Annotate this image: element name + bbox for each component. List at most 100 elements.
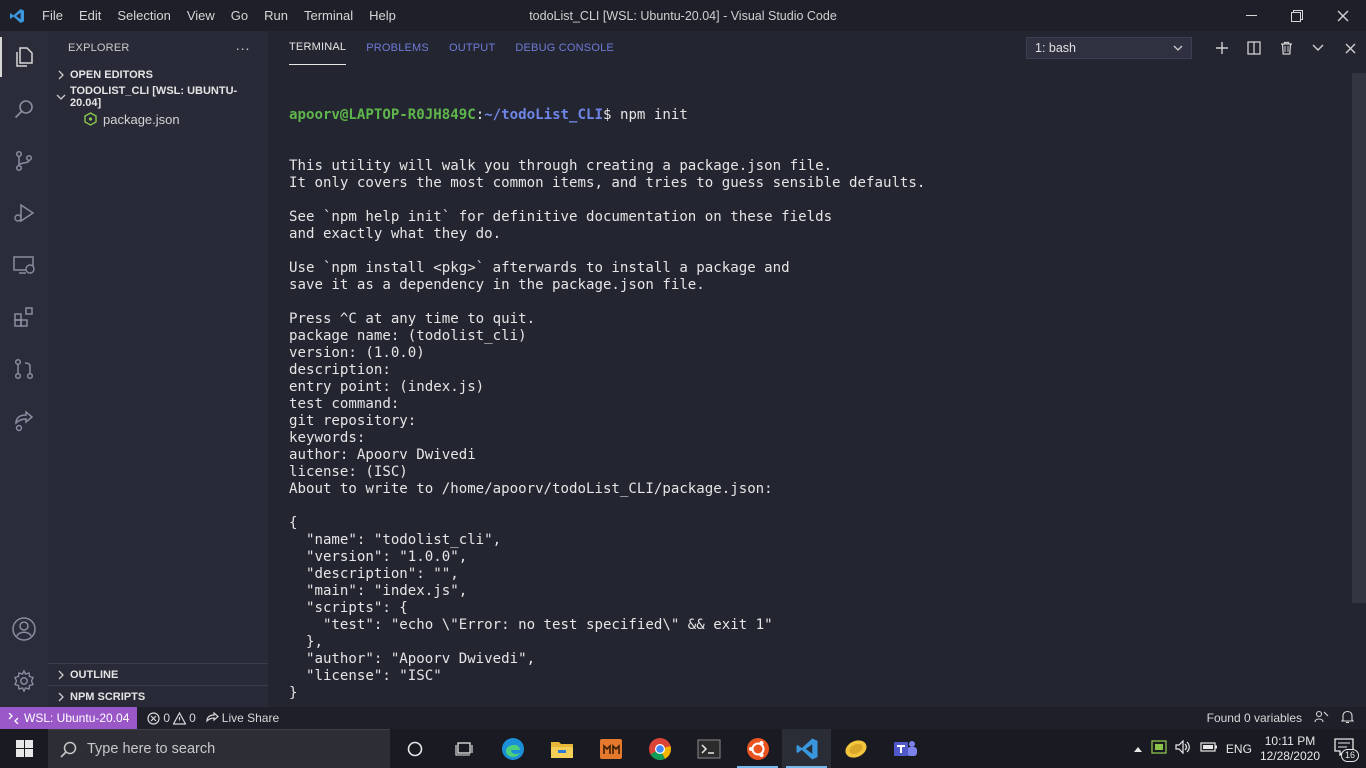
menu-terminal[interactable]: Terminal (296, 0, 361, 31)
plus-icon (1216, 42, 1228, 54)
close-panel-button[interactable] (1334, 31, 1366, 65)
close-window-button[interactable] (1320, 0, 1366, 31)
terminal-output[interactable]: apoorv@LAPTOP-R0JH849C:~/todoList_CLI$ n… (289, 73, 1339, 753)
terminal-select[interactable]: 1: bash (1026, 37, 1192, 59)
more-actions-button[interactable]: ··· (235, 40, 250, 56)
taskbar-search-box[interactable]: Type here to search (48, 729, 390, 768)
terminal-line: "scripts": { (289, 600, 408, 616)
cortana-icon[interactable] (390, 729, 439, 768)
terminal-scrollbar[interactable] (1352, 73, 1366, 603)
menu-selection[interactable]: Selection (109, 0, 178, 31)
ubuntu-icon[interactable] (733, 729, 782, 768)
problems-status[interactable]: 0 0 (147, 711, 196, 725)
file-name: package.json (103, 111, 180, 127)
minimize-button[interactable] (1228, 0, 1274, 31)
edge-browser-icon[interactable] (488, 729, 537, 768)
terminal-line: git repository: (289, 413, 417, 429)
chevron-down-icon (1173, 41, 1183, 55)
split-icon (1247, 41, 1261, 55)
new-terminal-button[interactable] (1206, 31, 1238, 65)
extensions-icon[interactable] (0, 291, 48, 343)
bell-icon[interactable] (1340, 710, 1355, 727)
terminal-line: keywords: (289, 430, 366, 446)
tab-debug-console[interactable]: DEBUG CONSOLE (515, 31, 614, 65)
menu-help[interactable]: Help (361, 0, 404, 31)
outline-section[interactable]: OUTLINE (48, 663, 268, 685)
kill-terminal-button[interactable] (1270, 31, 1302, 65)
terminal-panel: TERMINAL PROBLEMS OUTPUT DEBUG CONSOLE 1… (268, 31, 1366, 752)
accounts-icon[interactable] (0, 603, 48, 655)
tab-terminal[interactable]: TERMINAL (289, 31, 347, 65)
menu-bar: File Edit Selection View Go Run Terminal… (34, 0, 404, 31)
chevron-right-icon (54, 692, 68, 702)
search-icon[interactable] (0, 83, 48, 135)
volume-icon[interactable] (1175, 739, 1192, 757)
activity-bar (0, 31, 48, 707)
terminal-line: and exactly what they do. (289, 226, 502, 242)
terminal-line: "license": "ISC" (289, 668, 442, 684)
source-control-icon[interactable] (0, 135, 48, 187)
taskbar-clock[interactable]: 10:11 PM 12/28/2020 (1260, 734, 1320, 764)
terminal-line: This utility will walk you through creat… (289, 158, 833, 174)
terminal-line: It only covers the most common items, an… (289, 175, 926, 191)
maximize-panel-button[interactable] (1302, 31, 1334, 65)
error-count: 0 (163, 711, 171, 725)
tray-chevron-up-icon[interactable] (1133, 742, 1143, 756)
run-debug-icon[interactable] (0, 187, 48, 239)
live-share-status[interactable]: Live Share (206, 711, 279, 725)
terminal-line: test command: (289, 396, 400, 412)
notification-count: 16 (1340, 749, 1359, 762)
prompt-user: apoorv@LAPTOP-R0JH849C (289, 107, 476, 123)
language-indicator[interactable]: ENG (1226, 742, 1252, 756)
terminal-line: "name": "todolist_cli", (289, 532, 502, 548)
system-tray: ENG 10:11 PM 12/28/2020 16 (1133, 729, 1366, 768)
windows-start-icon[interactable] (0, 729, 48, 768)
folder-section[interactable]: TODOLIST_CLI [WSL: UBUNTU-20.04] (48, 85, 268, 109)
split-terminal-button[interactable] (1238, 31, 1270, 65)
terminal-select-value: 1: bash (1035, 41, 1077, 55)
chrome-browser-icon[interactable] (635, 729, 684, 768)
teams-icon[interactable] (880, 729, 929, 768)
status-bar: WSL: Ubuntu-20.04 0 0 Live Share Found 0… (0, 707, 1366, 729)
notification-center-icon[interactable]: 16 (1334, 738, 1359, 762)
vscode-taskbar-icon[interactable] (782, 729, 831, 768)
menu-view[interactable]: View (179, 0, 223, 31)
chevron-down-icon (54, 93, 68, 101)
menu-go[interactable]: Go (223, 0, 256, 31)
terminal-line: "description": "", (289, 566, 459, 582)
menu-file[interactable]: File (34, 0, 71, 31)
terminal-line: description: (289, 362, 391, 378)
open-editors-section[interactable]: OPEN EDITORS (48, 64, 268, 86)
task-view-icon[interactable] (439, 729, 488, 768)
windows-taskbar: Type here to search ENG 10:11 PM 12/28/2… (0, 729, 1366, 768)
settings-gear-icon[interactable] (0, 655, 48, 707)
terminal-line: "main": "index.js", (289, 583, 468, 599)
remote-explorer-icon[interactable] (0, 239, 48, 291)
pull-requests-icon[interactable] (0, 343, 48, 395)
coin-app-icon[interactable] (831, 729, 880, 768)
menu-edit[interactable]: Edit (71, 0, 109, 31)
file-package-json[interactable]: package.json (48, 108, 268, 130)
npm-scripts-section[interactable]: NPM SCRIPTS (48, 685, 268, 707)
feedback-icon[interactable] (1314, 710, 1329, 727)
found-variables[interactable]: Found 0 variables (1207, 711, 1302, 725)
remote-label: WSL: Ubuntu-20.04 (24, 711, 130, 725)
warning-icon (173, 711, 187, 725)
menu-run[interactable]: Run (256, 0, 296, 31)
tray-app-icon[interactable] (1151, 739, 1167, 758)
battery-icon[interactable] (1200, 741, 1218, 756)
terminal-app-icon[interactable] (684, 729, 733, 768)
folder-label: TODOLIST_CLI [WSL: UBUNTU-20.04] (69, 85, 238, 109)
remote-indicator[interactable]: WSL: Ubuntu-20.04 (0, 707, 138, 729)
tab-output[interactable]: OUTPUT (449, 31, 495, 65)
restore-button[interactable] (1274, 0, 1320, 31)
tab-problems[interactable]: PROBLEMS (366, 31, 429, 65)
live-share-icon[interactable] (0, 395, 48, 447)
app-icon-orange[interactable] (586, 729, 635, 768)
file-explorer-icon[interactable] (537, 729, 586, 768)
terminal-prompt-line: apoorv@LAPTOP-R0JH849C:~/todoList_CLI$ n… (289, 107, 1339, 124)
explorer-icon[interactable] (0, 31, 48, 83)
